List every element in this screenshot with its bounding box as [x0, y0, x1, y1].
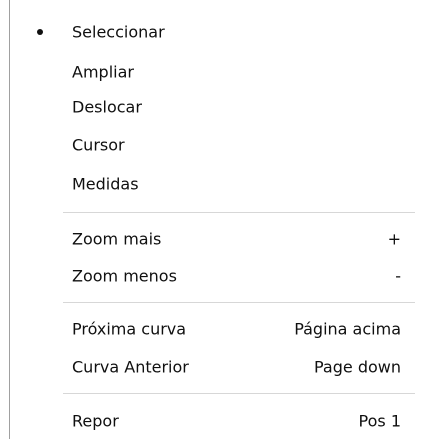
menu-item-deslocar[interactable]: Deslocar: [10, 90, 415, 124]
menu-item-label: Cursor: [72, 135, 125, 155]
menu-item-shortcut: +: [387, 229, 401, 249]
menu-item-medidas[interactable]: Medidas: [10, 167, 415, 201]
menu-item-ampliar[interactable]: Ampliar: [10, 55, 415, 89]
menu-item-cursor[interactable]: Cursor: [10, 128, 415, 162]
menu-item-label: Deslocar: [72, 97, 142, 117]
menu-item-shortcut: -: [395, 266, 401, 286]
menu-item-repor[interactable]: Repor Pos 1: [10, 404, 415, 438]
menu-item-label: Medidas: [72, 174, 139, 194]
menu-item-label: Curva Anterior: [72, 357, 189, 377]
menu-item-label: Zoom menos: [72, 266, 177, 286]
menu-item-zoom-menos[interactable]: Zoom menos -: [10, 259, 415, 293]
menu-item-seleccionar[interactable]: Seleccionar: [10, 15, 415, 49]
menu-item-shortcut: Pos 1: [358, 411, 401, 431]
menu-separator: [63, 212, 415, 214]
menu-item-label: Repor: [72, 411, 119, 431]
menu-item-label: Ampliar: [72, 62, 134, 82]
menu-item-zoom-mais[interactable]: Zoom mais +: [10, 222, 415, 256]
menu-separator: [63, 393, 415, 395]
menu-separator: [63, 302, 415, 304]
menu-item-shortcut: Página acima: [294, 319, 401, 339]
selected-bullet-icon: [37, 29, 43, 35]
menu-item-label: Seleccionar: [72, 22, 165, 42]
menu-item-label: Zoom mais: [72, 229, 162, 249]
context-menu: Seleccionar Ampliar Deslocar Cursor Medi…: [0, 0, 430, 439]
menu-item-curva-anterior[interactable]: Curva Anterior Page down: [10, 350, 415, 384]
menu-item-label: Próxima curva: [72, 319, 187, 339]
menu-item-proxima-curva[interactable]: Próxima curva Página acima: [10, 312, 415, 346]
menu-item-shortcut: Page down: [314, 357, 401, 377]
